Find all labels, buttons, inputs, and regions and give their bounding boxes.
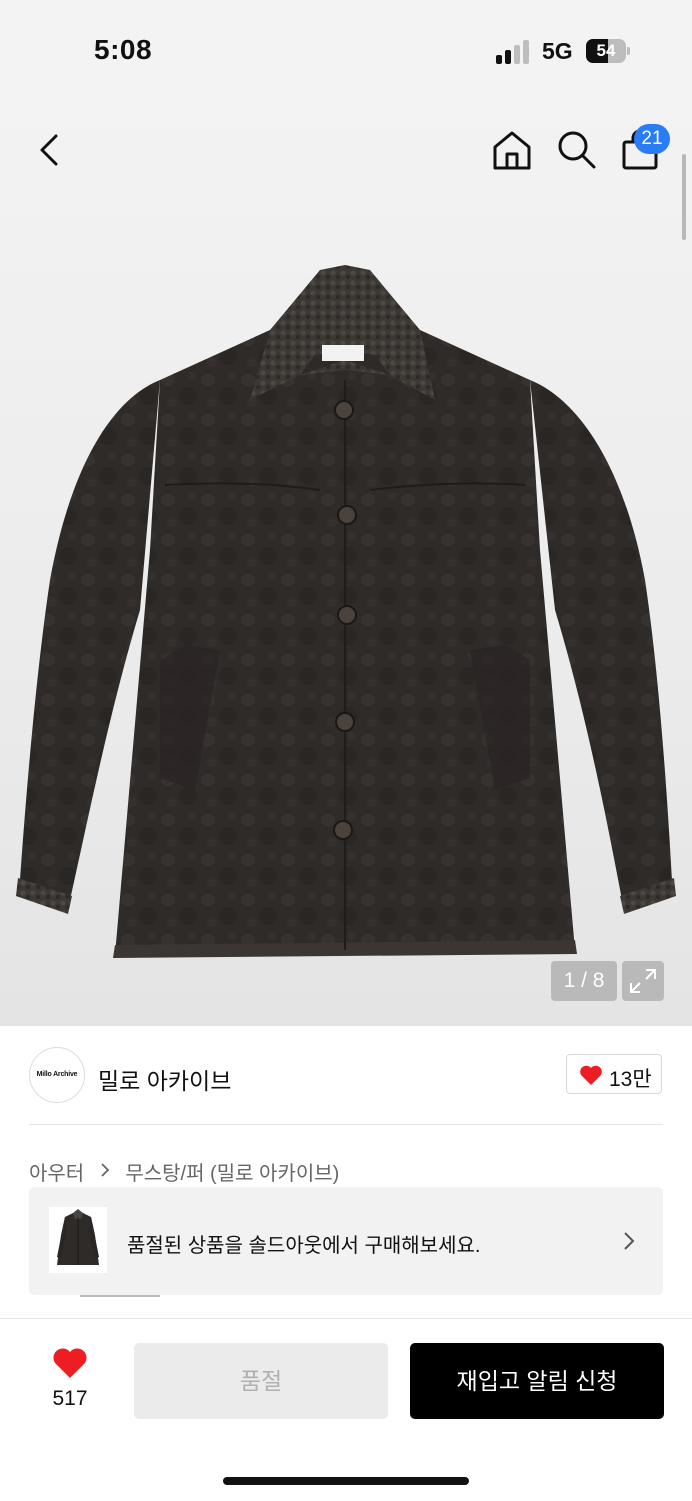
divider [29, 1124, 663, 1125]
image-counter: 1 / 8 [551, 961, 617, 1001]
home-indicator[interactable] [223, 1477, 469, 1485]
back-icon[interactable] [26, 126, 74, 174]
banner-product-thumbnail [49, 1207, 107, 1273]
bottom-action-bar: 517 품절 재입고 알림 신청 [0, 1318, 692, 1501]
scrollbar[interactable] [682, 154, 686, 240]
soldout-button[interactable]: 품절 [134, 1343, 388, 1419]
status-time: 5:08 [94, 34, 153, 65]
battery-icon: 54 [586, 39, 630, 63]
soldout-banner-text: 품절된 상품을 솔드아웃에서 구매해보세요. [127, 1235, 481, 1257]
expand-icon[interactable] [622, 961, 664, 1001]
status-bar: 5:08 5G 54 [0, 0, 692, 100]
breadcrumb-item-category[interactable]: 아우터 [29, 1157, 84, 1186]
brand-like-count: 13만 [609, 1068, 652, 1091]
heart-icon [53, 1348, 87, 1378]
brand-logo[interactable]: Millo Archive [29, 1047, 85, 1103]
breadcrumb-item-subcategory[interactable]: 무스탕/퍼 (밀로 아카이브) [125, 1157, 339, 1186]
heart-icon [580, 1065, 602, 1085]
search-icon[interactable] [552, 126, 600, 174]
review-link-peek [80, 1295, 160, 1297]
brand-name[interactable]: 밀로 아카이브 [98, 1062, 231, 1096]
network-type: 5G [542, 38, 573, 64]
soldout-banner[interactable]: 품절된 상품을 솔드아웃에서 구매해보세요. [29, 1187, 663, 1295]
wishlist-button[interactable]: 517 [40, 1343, 100, 1413]
signal-icon [496, 40, 529, 64]
breadcrumb: 아우터 무스탕/퍼 (밀로 아카이브) [29, 1157, 339, 1186]
product-gallery[interactable]: 21 1 / 8 [0, 100, 692, 1026]
home-icon[interactable] [488, 126, 536, 174]
chevron-right-icon [101, 1163, 110, 1177]
brand-row[interactable]: Millo Archive 밀로 아카이브 13만 [0, 1026, 692, 1126]
wishlist-count: 517 [52, 1387, 88, 1410]
product-image[interactable] [0, 250, 692, 970]
battery-level: 54 [596, 41, 616, 60]
cart-count-badge: 21 [634, 124, 670, 154]
restock-alert-button[interactable]: 재입고 알림 신청 [410, 1343, 664, 1419]
rating-stars-peek [29, 1293, 55, 1299]
brand-like-button[interactable]: 13만 [566, 1054, 662, 1094]
chevron-right-icon [624, 1232, 635, 1250]
